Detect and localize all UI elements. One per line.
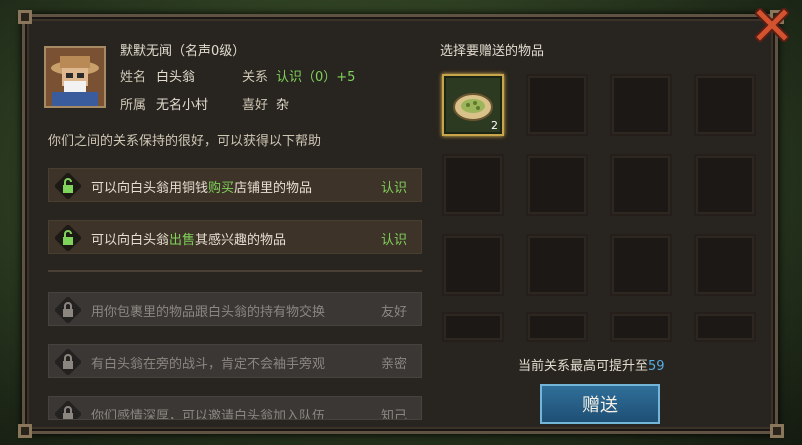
gift-item-slot[interactable] bbox=[442, 154, 504, 216]
gift-item-slot[interactable] bbox=[694, 312, 756, 342]
gift-item-slot[interactable]: 2 bbox=[442, 74, 504, 136]
relation-label: 关系 bbox=[242, 70, 269, 85]
gift-item-slot[interactable] bbox=[526, 312, 588, 342]
benefit-label: 可以向白头翁用铜钱购买店铺里的物品 bbox=[91, 181, 313, 196]
benefit-level: 友好 bbox=[380, 305, 407, 320]
panel-corner bbox=[18, 10, 32, 24]
likes-label: 喜好 bbox=[242, 98, 269, 113]
gift-item-slot[interactable] bbox=[526, 234, 588, 296]
benefit-row-party: 你们感情深厚，可以邀请白头翁加入队伍 知己 bbox=[48, 396, 422, 420]
gift-item-slot[interactable] bbox=[526, 154, 588, 216]
benefit-label: 你们感情深厚，可以邀请白头翁加入队伍 bbox=[91, 409, 326, 420]
item-quantity: 2 bbox=[491, 119, 498, 132]
benefit-row-buy: 可以向白头翁用铜钱购买店铺里的物品 认识 bbox=[48, 168, 422, 202]
gift-button[interactable]: 赠送 bbox=[540, 384, 660, 424]
benefit-label: 可以向白头翁出售其感兴趣的物品 bbox=[91, 233, 287, 248]
gift-item-slot[interactable] bbox=[610, 312, 672, 342]
benefit-row-sell: 可以向白头翁出售其感兴趣的物品 认识 bbox=[48, 220, 422, 254]
name-label: 姓名 bbox=[120, 70, 147, 85]
max-relation-text: 当前关系最高可提升至59 bbox=[518, 359, 665, 374]
gift-item-slot[interactable] bbox=[694, 154, 756, 216]
old-man-portrait-icon bbox=[46, 48, 104, 106]
benefit-level: 认识 bbox=[380, 233, 407, 248]
gift-item-slot[interactable] bbox=[694, 234, 756, 296]
benefit-label: 有白头翁在旁的战斗，肯定不会袖手旁观 bbox=[91, 357, 326, 372]
npc-region: 无名小村 bbox=[156, 98, 209, 113]
panel-corner bbox=[770, 424, 784, 438]
gift-item-slot[interactable] bbox=[610, 74, 672, 136]
benefit-level: 亲密 bbox=[380, 357, 407, 372]
lock-icon bbox=[55, 297, 81, 323]
gift-item-slot[interactable] bbox=[610, 154, 672, 216]
unlock-icon bbox=[55, 225, 81, 251]
close-button[interactable] bbox=[752, 6, 792, 44]
npc-name: 白头翁 bbox=[156, 70, 196, 85]
relation-value: 认识（0）+5 bbox=[276, 70, 356, 85]
benefit-level: 认识 bbox=[380, 181, 407, 196]
gift-item-slot[interactable] bbox=[526, 74, 588, 136]
divider bbox=[48, 270, 422, 272]
benefit-level: 知己 bbox=[380, 409, 407, 420]
panel-corner bbox=[18, 424, 32, 438]
lock-icon bbox=[55, 349, 81, 375]
benefit-row-trade: 用你包裹里的物品跟白头翁的持有物交换 友好 bbox=[48, 292, 422, 326]
npc-title: 默默无闻（名声0级） bbox=[120, 44, 246, 59]
gift-item-slot[interactable] bbox=[694, 74, 756, 136]
lock-icon bbox=[55, 401, 81, 419]
benefit-label: 用你包裹里的物品跟白头翁的持有物交换 bbox=[91, 305, 326, 320]
benefit-row-battle: 有白头翁在旁的战斗，肯定不会袖手旁观 亲密 bbox=[48, 344, 422, 378]
gift-header: 选择要赠送的物品 bbox=[440, 44, 545, 59]
unlock-icon bbox=[55, 173, 81, 199]
gift-item-slot[interactable] bbox=[610, 234, 672, 296]
close-icon bbox=[755, 8, 789, 42]
npc-avatar bbox=[44, 46, 106, 108]
gift-item-slot[interactable] bbox=[442, 312, 504, 342]
intro-text: 你们之间的关系保持的很好，可以获得以下帮助 bbox=[48, 134, 322, 149]
npc-likes: 杂 bbox=[276, 98, 290, 113]
region-label: 所属 bbox=[120, 98, 147, 113]
gift-item-slot[interactable] bbox=[442, 234, 504, 296]
